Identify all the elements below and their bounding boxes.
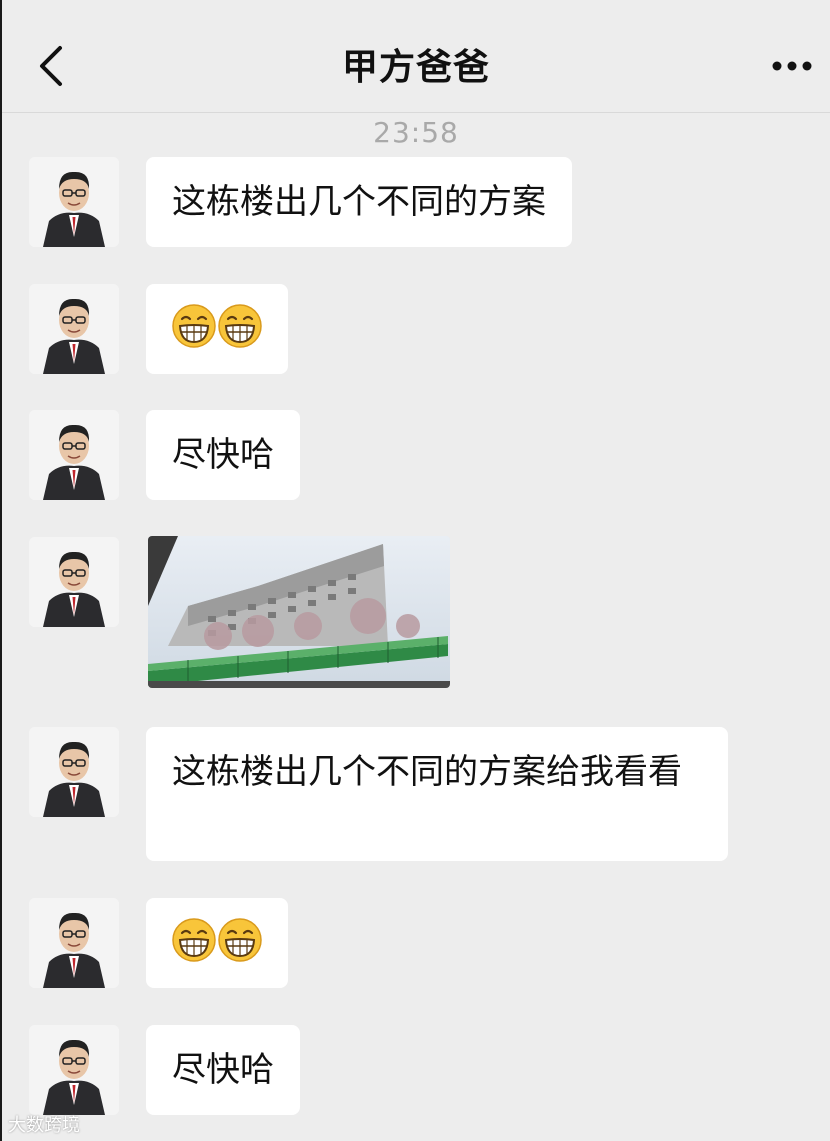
- emoji-bubble[interactable]: [146, 898, 288, 988]
- avatar-person-icon: [29, 410, 119, 500]
- contact-avatar[interactable]: [29, 284, 119, 374]
- avatar-person-icon: [29, 727, 119, 817]
- watermark: 大数跨境: [8, 1115, 80, 1136]
- avatar-person-icon: [29, 898, 119, 988]
- message-timestamp: 23:58: [373, 116, 459, 149]
- image-message[interactable]: [148, 536, 450, 688]
- grin-icon: [172, 918, 216, 962]
- contact-avatar[interactable]: [29, 410, 119, 500]
- chat-title: 甲方爸爸: [341, 47, 490, 88]
- message-bubble[interactable]: 这栋楼出几个不同的方案: [146, 157, 572, 247]
- more-dots-icon: [772, 61, 812, 71]
- contact-avatar[interactable]: [29, 727, 119, 817]
- message-bubble[interactable]: 这栋楼出几个不同的方案给我看看: [146, 727, 728, 861]
- emoji-bubble[interactable]: [146, 284, 288, 374]
- building-photo: [148, 536, 450, 688]
- grin-icon: [218, 304, 262, 348]
- message-bubble[interactable]: 尽快哈: [146, 410, 300, 500]
- avatar-person-icon: [29, 157, 119, 247]
- message-bubble[interactable]: 尽快哈: [146, 1025, 300, 1115]
- avatar-person-icon: [29, 284, 119, 374]
- contact-avatar[interactable]: [29, 157, 119, 247]
- contact-avatar[interactable]: [29, 537, 119, 627]
- avatar-person-icon: [29, 537, 119, 627]
- chat-screen: 甲方爸爸 23:58 这栋楼出几个不同的方案 尽快哈 这栋楼出几个不同的方案给我…: [0, 0, 830, 1141]
- more-button[interactable]: [768, 46, 816, 86]
- avatar-person-icon: [29, 1025, 119, 1115]
- grin-icon: [172, 304, 216, 348]
- contact-avatar[interactable]: [29, 898, 119, 988]
- contact-avatar[interactable]: [29, 1025, 119, 1115]
- chat-header: 甲方爸爸: [2, 0, 830, 113]
- grin-icon: [218, 918, 262, 962]
